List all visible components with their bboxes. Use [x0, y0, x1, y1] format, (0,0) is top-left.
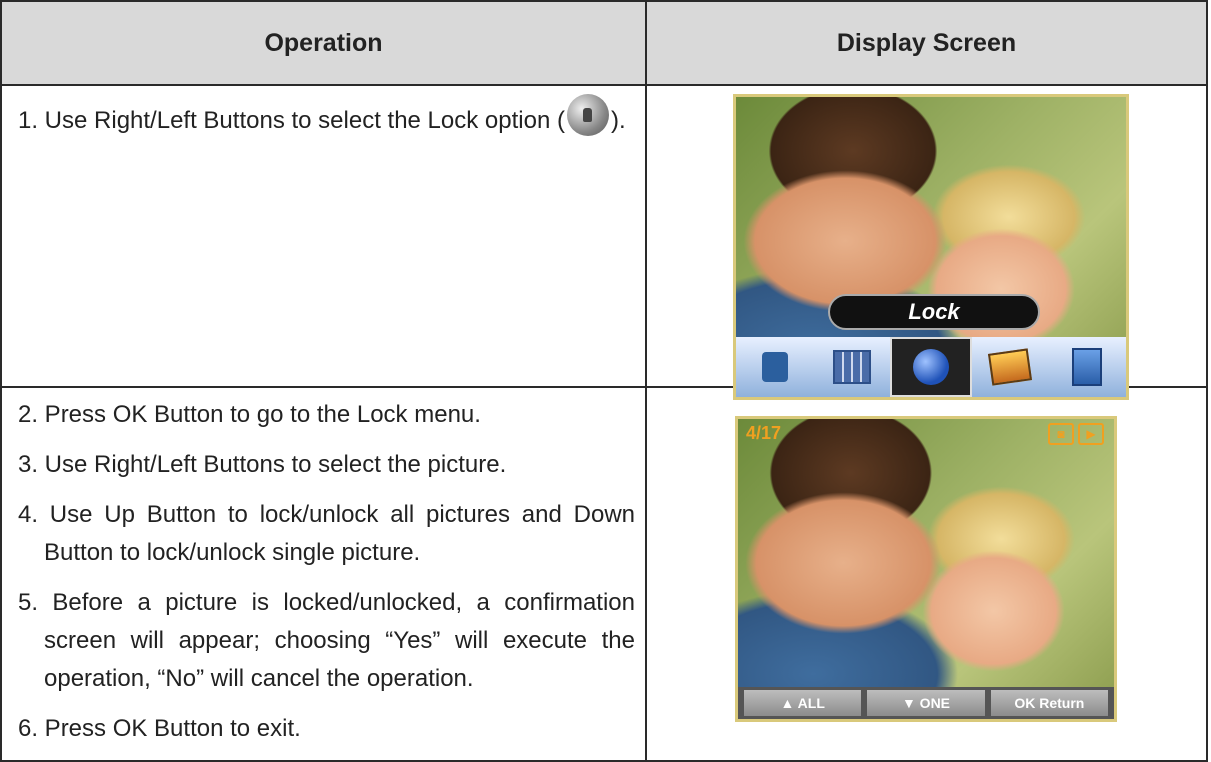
camera-mode-icon: ◙ [1048, 423, 1074, 445]
operation-cell: 1. Use Right/Left Buttons to select the … [0, 84, 647, 388]
mode-icons: ◙ ▶ [1048, 423, 1104, 445]
slideshow-slot [972, 337, 1049, 397]
exit-slot [1049, 337, 1126, 397]
header-operation: Operation [0, 0, 647, 86]
step-1-text: 1. Use Right/Left Buttons to select the … [18, 107, 565, 134]
operation-cell: 2. Press OK Button to go to the Lock men… [0, 386, 647, 762]
table-row: 1. Use Right/Left Buttons to select the … [0, 84, 1208, 400]
menu-icon-bar [736, 337, 1126, 397]
softkey-return: OK Return [990, 690, 1108, 716]
display-cell: Lock [645, 84, 1208, 400]
step-2: 2. Press OK Button to go to the Lock men… [18, 401, 481, 428]
softkey-bar: ▲ ALL ▼ ONE OK Return [738, 687, 1114, 719]
step-1: 1. Use Right/Left Buttons to select the … [18, 94, 635, 140]
lock-slot-selected [890, 337, 972, 397]
slideshow-icon [988, 348, 1033, 386]
step-3: 3. Use Right/Left Buttons to select the … [18, 451, 507, 478]
header-row: Operation Display Screen [0, 0, 1208, 86]
step-6: 6. Press OK Button to exit. [18, 715, 301, 742]
header-display-screen: Display Screen [645, 0, 1208, 86]
camera-screen-playback: 4/17 ◙ ▶ ▲ ALL ▼ ONE OK Return [735, 416, 1117, 722]
thumbnail-grid-icon [832, 350, 871, 384]
lock-icon [566, 94, 609, 136]
menu-label: Lock [828, 294, 1040, 330]
trash-icon [761, 352, 788, 382]
display-cell: 4/17 ◙ ▶ ▲ ALL ▼ ONE OK Return [645, 386, 1208, 762]
picture-counter: 4/17 [746, 423, 782, 443]
instruction-table: Operation Display Screen 1. Use Right/Le… [0, 0, 1208, 762]
step-5: 5. Before a picture is locked/unlocked, … [18, 589, 635, 692]
table-row: 2. Press OK Button to go to the Lock men… [0, 386, 1208, 762]
step-4: 4. Use Up Button to lock/unlock all pict… [18, 501, 635, 566]
playback-icon: ▶ [1078, 423, 1104, 445]
softkey-all: ▲ ALL [744, 690, 862, 716]
exit-icon [1072, 348, 1103, 386]
thumbnail-slot [813, 337, 890, 397]
trash-slot [736, 337, 813, 397]
lock-icon [913, 349, 949, 385]
softkey-one: ▼ ONE [867, 690, 985, 716]
camera-screen-lock-menu: Lock [733, 94, 1129, 400]
step-1-text-end: ). [610, 107, 626, 134]
